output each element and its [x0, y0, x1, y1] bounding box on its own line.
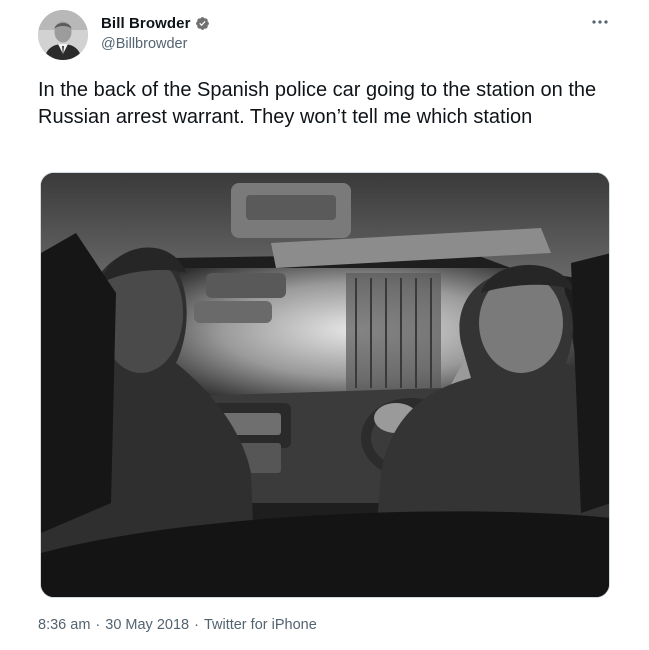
avatar[interactable]	[38, 10, 88, 60]
meta-separator: ·	[194, 617, 199, 633]
author-display-name[interactable]: Bill Browder	[101, 15, 191, 32]
avatar-photo	[38, 10, 88, 60]
verified-badge-icon	[195, 16, 210, 31]
tweet-photo[interactable]	[40, 172, 610, 598]
more-horizontal-icon	[592, 20, 608, 24]
more-options-button[interactable]	[588, 12, 612, 32]
tweet-text: In the back of the Spanish police car go…	[38, 79, 597, 128]
police-car-interior-photo	[41, 173, 609, 597]
tweet-source[interactable]: Twitter for iPhone	[204, 617, 317, 633]
meta-separator: ·	[95, 617, 101, 633]
author-handle[interactable]: @Billbrowder	[101, 36, 187, 52]
author-name-row[interactable]: Bill Browder	[101, 15, 210, 32]
tweet-meta: 8:36 am · 30 May 2018 · Twitter for iPho…	[38, 617, 317, 633]
tweet: Bill Browder @Billbrowder In the back of…	[0, 0, 649, 650]
tweet-date[interactable]: 30 May 2018	[105, 617, 189, 633]
tweet-time[interactable]: 8:36 am	[38, 617, 90, 633]
